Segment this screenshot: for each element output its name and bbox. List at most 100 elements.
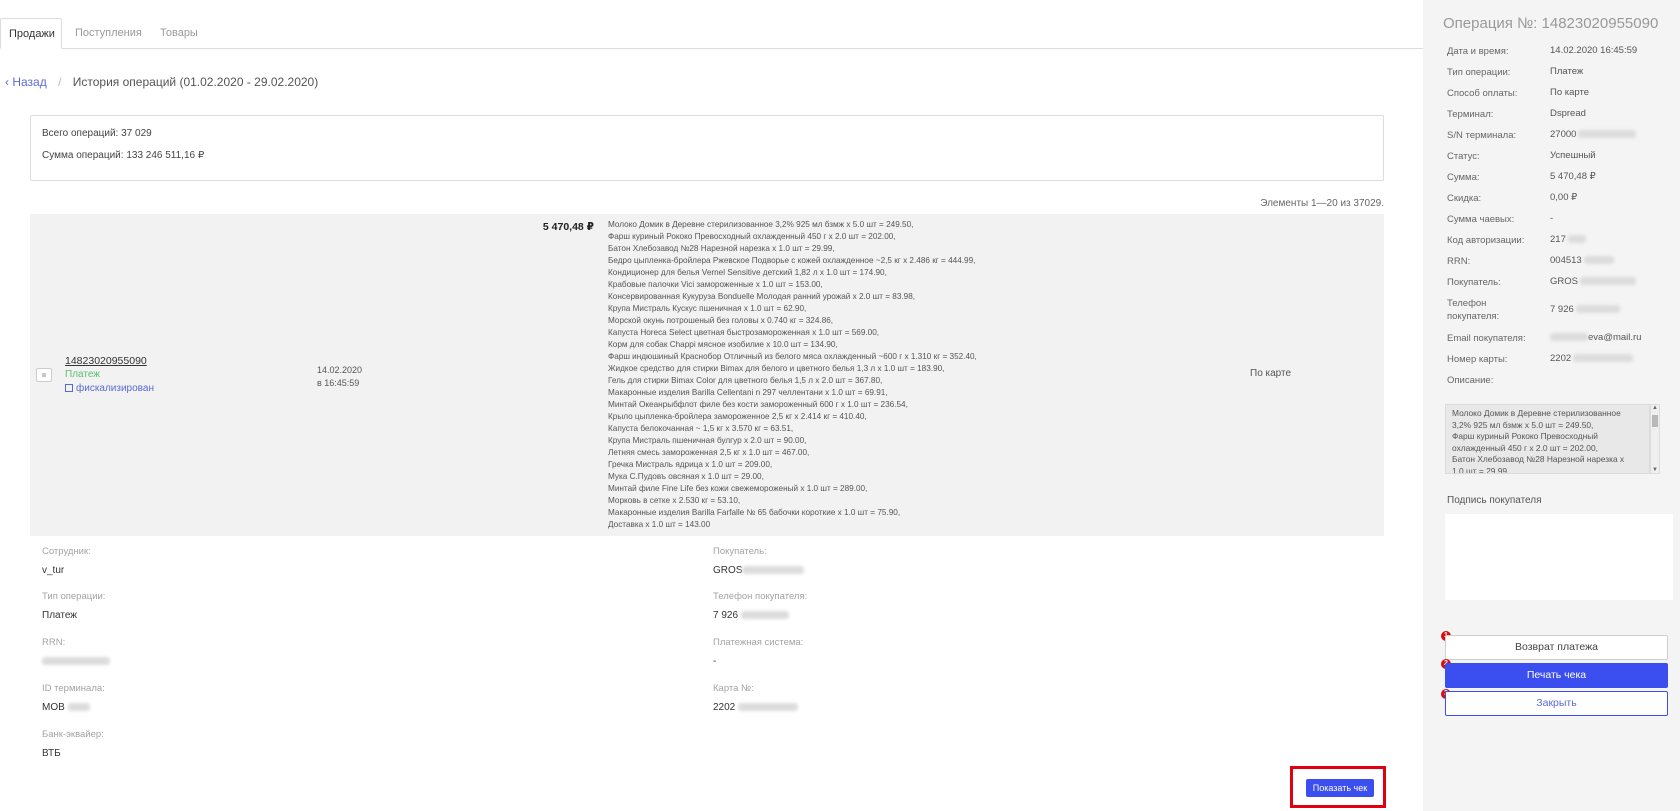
breadcrumb-separator: /: [58, 75, 62, 89]
back-link[interactable]: ‹ Назад: [5, 75, 47, 89]
operation-items-list: Молоко Домик в Деревне стерилизованное 3…: [608, 219, 977, 531]
side-field-label: Код авторизации:: [1447, 235, 1525, 246]
side-field-value-text: eva@mail.ru: [1588, 332, 1642, 343]
operation-item: Капуста Horeca Select цветная быстрозамо…: [608, 328, 880, 337]
detail-value: MOB: [42, 702, 105, 714]
scroll-down-icon[interactable]: ▼: [1652, 467, 1658, 473]
side-field-value: GROS: [1550, 276, 1636, 287]
detail-value: v_tur: [42, 565, 65, 576]
redacted-value: [1567, 235, 1586, 244]
operation-item: Гречка Мистраль ядрица x 1.0 шт = 209.00…: [608, 460, 773, 469]
redacted-value: [1575, 305, 1620, 314]
side-field-label: Дата и время:: [1447, 46, 1509, 57]
tab-goods[interactable]: Товары: [152, 18, 206, 49]
redacted-value: [738, 703, 799, 712]
side-field-label: Email покупателя:: [1447, 333, 1526, 344]
detail-value: -: [713, 656, 717, 667]
side-field-value: Dspread: [1550, 108, 1586, 119]
side-field-value: 2202: [1550, 353, 1634, 364]
operation-item: Макаронные изделия Barilla Farfalle № 65…: [608, 508, 901, 517]
operation-type: Платеж: [65, 369, 100, 380]
side-field-value: eva@mail.ru: [1550, 332, 1641, 343]
operation-date: 14.02.2020: [317, 365, 363, 375]
fiscal-link[interactable]: фискализирован: [65, 383, 154, 394]
side-field-value: 217: [1550, 234, 1586, 245]
page-title: История операций (01.02.2020 - 29.02.202…: [72, 75, 319, 89]
detail-acquirer: Банк-эквайер: ВТБ: [42, 729, 104, 760]
operation-item: Фарш индюшиный Краснобор Отличный из бел…: [608, 352, 977, 361]
side-field-label: Сумма чаевых:: [1447, 214, 1515, 225]
detail-label: Карта №:: [713, 683, 754, 694]
operation-amount: 5 470,48 ₽: [542, 221, 594, 233]
operation-item: Молоко Домик в Деревне стерилизованное 3…: [608, 220, 914, 229]
description-box[interactable]: Молоко Домик в Деревне стерилизованное 3…: [1445, 404, 1650, 474]
operation-item: Бедро цыпленка-бройлера Ржевское Подворь…: [608, 256, 976, 265]
detail-value: 7 926: [713, 610, 807, 622]
detail-value-text: 2202: [713, 702, 736, 713]
redacted-value: [67, 703, 90, 712]
side-field-value: 27000: [1550, 129, 1637, 140]
side-field-row: Сумма чаевых: -: [1447, 213, 1672, 227]
detail-employee: Сотрудник: v_tur: [42, 546, 91, 577]
side-field-value-text: 7 926: [1550, 304, 1574, 315]
side-field-value: Платеж: [1550, 66, 1583, 77]
description-line: Фарш куриный Рококо Превосходный охлажде…: [1452, 431, 1598, 453]
side-field-label: Сумма:: [1447, 172, 1480, 183]
fiscal-label[interactable]: фискализирован: [76, 383, 154, 394]
side-field-label: RRN:: [1447, 256, 1471, 267]
side-field-value-text: GROS: [1550, 276, 1578, 287]
side-field-value-text: 27000: [1550, 129, 1577, 140]
redacted-value: [42, 657, 110, 666]
redacted-value: [1583, 256, 1614, 265]
scrollbar-thumb[interactable]: [1652, 415, 1658, 427]
side-field-value-text: 14.02.2020 16:45:59: [1550, 45, 1638, 56]
refund-button[interactable]: Возврат платежа: [1445, 635, 1668, 660]
operation-item: Доставка x 1.0 шт = 143.00: [608, 520, 711, 529]
side-field-row: Сумма: 5 470,48 ₽: [1447, 171, 1672, 185]
description-scrollbar[interactable]: ▲ ▼: [1650, 404, 1660, 474]
summary-box: Всего операций: 37 029 Сумма операций: 1…: [30, 115, 1384, 181]
detail-label: Платежная система:: [713, 637, 804, 648]
scroll-up-icon[interactable]: ▲: [1652, 405, 1658, 411]
side-field-value: -: [1550, 213, 1553, 224]
detail-label: ID терминала:: [42, 683, 105, 694]
description-line: Молоко Домик в Деревне стерилизованное 3…: [1452, 408, 1621, 430]
detail-card: Карта №: 2202: [713, 683, 799, 714]
side-field-value: 7 926: [1550, 304, 1620, 315]
side-field-row: Дата и время: 14.02.2020 16:45:59: [1447, 45, 1672, 59]
operation-item: Жидкое средство для стирки Bimax для бел…: [608, 364, 945, 373]
operation-item: Батон Хлебозавод №28 Нарезной нарезка x …: [608, 244, 835, 253]
redacted-value: [1579, 277, 1636, 286]
detail-label: RRN:: [42, 637, 66, 648]
detail-value: GROS: [713, 565, 805, 577]
tab-sales[interactable]: Продажи: [0, 18, 62, 49]
close-button[interactable]: Закрыть: [1445, 691, 1668, 716]
operation-item: Летняя смесь замороженная 2,5 кг x 1.0 ш…: [608, 448, 810, 457]
detail-op-type: Тип операции: Платеж: [42, 591, 105, 622]
table-row[interactable]: 14823020955090 Платеж фискализирован 14.…: [30, 214, 1384, 536]
row-expand-icon[interactable]: [36, 368, 52, 382]
breadcrumb: ‹ Назад / История операций (01.02.2020 -…: [5, 75, 318, 89]
detail-value: Платеж: [42, 610, 77, 621]
side-field-value: 5 470,48 ₽: [1550, 171, 1596, 182]
back-link-label[interactable]: Назад: [12, 75, 46, 89]
print-receipt-button[interactable]: Печать чека: [1445, 663, 1668, 688]
side-field-value-text: Платеж: [1550, 66, 1584, 77]
total-sum: Сумма операций: 133 246 511,16 ₽: [42, 150, 205, 161]
side-field-row: Описание:: [1447, 374, 1672, 388]
highlight-frame: Показать чек: [1290, 766, 1386, 808]
redacted-value: [740, 611, 789, 620]
operation-item: Капуста белокочанная ~ 1,5 кг x 3.570 кг…: [608, 424, 794, 433]
tab-receipts[interactable]: Поступления: [67, 18, 150, 49]
side-field-label: Способ оплаты:: [1447, 88, 1518, 99]
operation-item: Крупа Мистраль Кускус пшеничная x 1.0 шт…: [608, 304, 807, 313]
detail-value: ВТБ: [42, 748, 61, 759]
signature-label: Подпись покупателя: [1447, 495, 1542, 506]
side-field-label: Терминал:: [1447, 109, 1494, 120]
operation-side-panel: Операция №: 14823020955090 Дата и время:…: [1423, 0, 1680, 811]
show-receipt-button[interactable]: Показать чек: [1306, 779, 1374, 797]
operation-id-link[interactable]: 14823020955090: [65, 355, 147, 367]
side-field-row: S/N терминала: 27000: [1447, 129, 1672, 143]
side-field-value: 0,00 ₽: [1550, 192, 1577, 203]
redacted-value: [742, 566, 805, 575]
